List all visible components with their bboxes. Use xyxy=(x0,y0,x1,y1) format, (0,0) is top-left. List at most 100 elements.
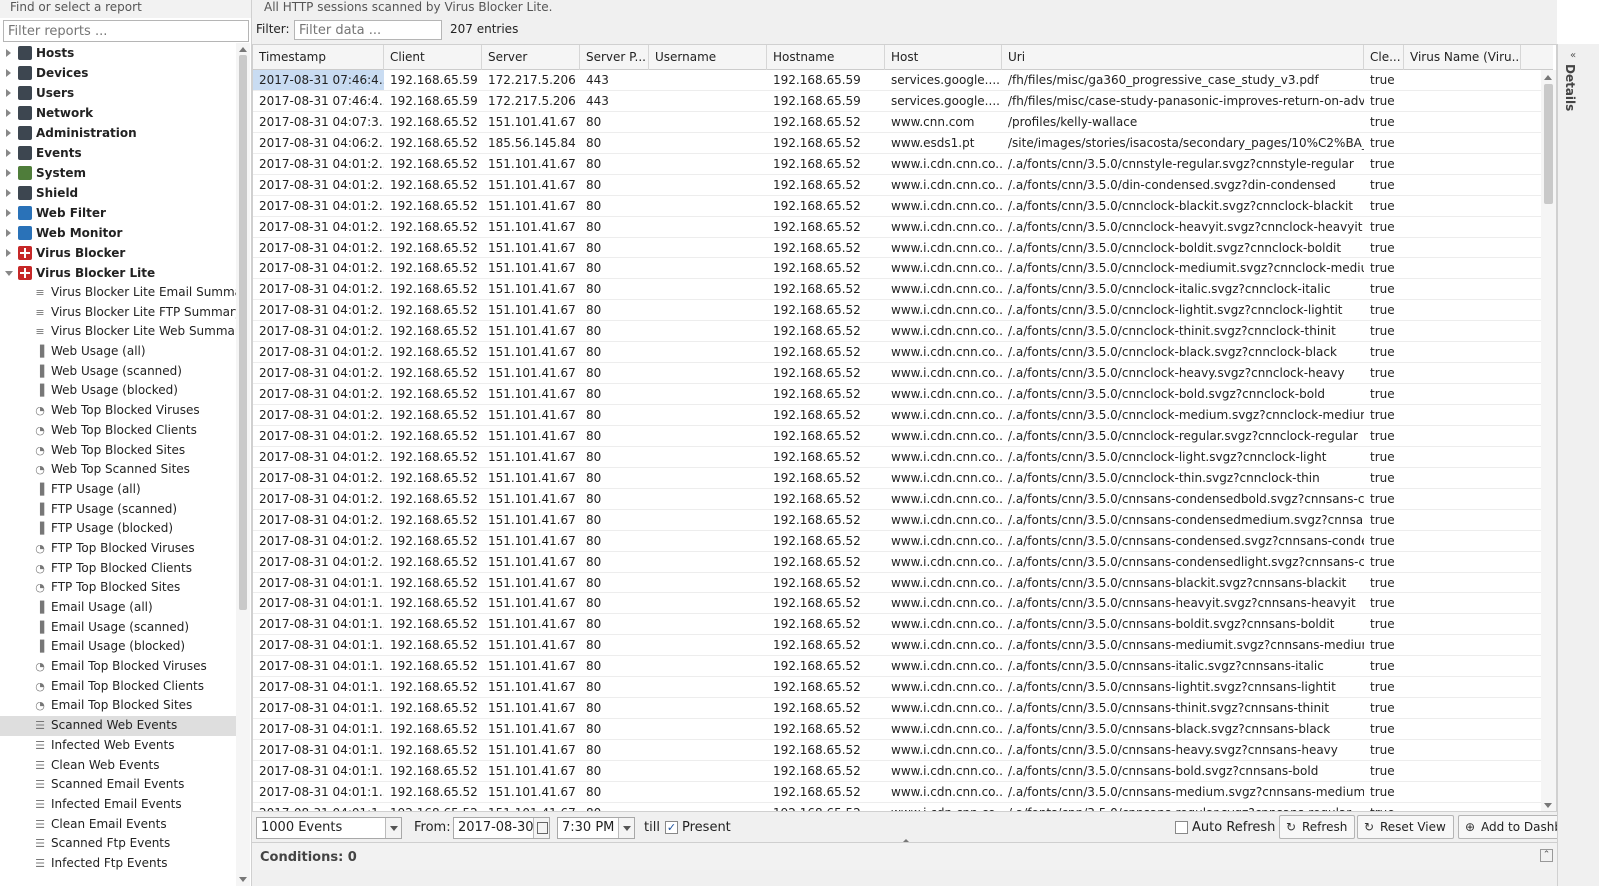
chevron-down-icon[interactable] xyxy=(618,818,634,838)
column-header[interactable]: Timestamp xyxy=(253,45,384,70)
report-item[interactable]: ▐ Web Usage (scanned) xyxy=(0,362,236,382)
tree-node-events[interactable]: Events xyxy=(0,143,236,163)
conditions-panel[interactable]: Conditions: 0 ⌃ xyxy=(252,842,1557,870)
report-item[interactable]: ☰ Scanned Email Events xyxy=(0,775,236,795)
table-row[interactable]: 2017-08-31 04:01:1...192.168.65.52151.10… xyxy=(253,573,1541,594)
column-header[interactable]: Hostname xyxy=(767,45,885,70)
table-row[interactable]: 2017-08-31 04:01:1...192.168.65.52151.10… xyxy=(253,593,1541,615)
from-time-select[interactable]: 7:30 PM xyxy=(557,817,635,839)
scroll-up-arrow-icon[interactable] xyxy=(1544,75,1552,80)
expand-left-icon[interactable]: « xyxy=(1570,50,1576,61)
report-item[interactable]: ☰ Infected Email Events xyxy=(0,795,236,815)
report-item[interactable]: ◔ Email Top Blocked Clients xyxy=(0,677,236,697)
report-item[interactable]: ≡ Virus Blocker Lite Email Summary xyxy=(0,283,236,303)
expand-icon[interactable]: ⌃ xyxy=(1540,849,1553,862)
present-checkbox[interactable]: ✓ xyxy=(665,821,678,834)
report-item[interactable]: ◔ Web Top Scanned Sites xyxy=(0,460,236,480)
chevron-down-icon[interactable] xyxy=(385,818,401,838)
table-row[interactable]: 2017-08-31 04:01:2... 192.168.65.52 151.10… xyxy=(253,175,1541,196)
tree-node-virus-blocker-lite[interactable]: Virus Blocker Lite xyxy=(0,263,236,283)
report-item[interactable]: ≡ Virus Blocker Lite FTP Summary xyxy=(0,303,236,323)
report-item[interactable]: ☰ Infected Web Events xyxy=(0,736,236,756)
report-item[interactable]: ◔ FTP Top Blocked Viruses xyxy=(0,539,236,559)
table-row[interactable]: 2017-08-31 04:01:1...192.168.65.52151.10… xyxy=(253,740,1541,761)
report-item[interactable]: ◔ Web Top Blocked Viruses xyxy=(0,401,236,421)
table-row[interactable]: 2017-08-31 04:01:2... 192.168.65.52 151.10… xyxy=(253,363,1541,385)
table-row[interactable]: 2017-08-31 04:01:2... 192.168.65.52 151.10… xyxy=(253,238,1541,259)
scrollbar-thumb[interactable] xyxy=(239,55,247,610)
collapsed-arrow-icon[interactable] xyxy=(6,49,11,57)
filter-reports-input[interactable] xyxy=(3,20,249,42)
report-item[interactable]: ◔ FTP Top Blocked Sites xyxy=(0,578,236,598)
tree-node-shield[interactable]: Shield xyxy=(0,183,236,203)
table-row[interactable]: 2017-08-31 04:01:1...192.168.65.52151.10… xyxy=(253,656,1541,678)
table-row[interactable]: 2017-08-31 04:01:2... 192.168.65.52 151.10… xyxy=(253,447,1541,468)
table-row[interactable]: 2017-08-31 04:01:1...192.168.65.52151.10… xyxy=(253,761,1541,782)
table-row[interactable]: 2017-08-31 04:01:2... 192.168.65.52 151.10… xyxy=(253,405,1541,426)
table-row[interactable]: 2017-08-31 04:01:2... 192.168.65.52 151.10… xyxy=(253,426,1541,447)
tree-node-hosts[interactable]: Hosts xyxy=(0,43,236,63)
table-row[interactable]: 2017-08-31 04:01:1...192.168.65.52151.10… xyxy=(253,614,1541,636)
details-panel[interactable]: « Details xyxy=(1557,44,1599,886)
collapsed-arrow-icon[interactable] xyxy=(6,189,11,197)
filter-data-input[interactable] xyxy=(294,20,442,40)
report-item[interactable]: ◔ Web Top Blocked Clients xyxy=(0,421,236,441)
collapsed-arrow-icon[interactable] xyxy=(6,249,11,257)
grid-scrollbar[interactable] xyxy=(1541,70,1556,811)
column-header[interactable]: Server xyxy=(482,45,580,70)
table-row[interactable]: 2017-08-31 07:46:4... 192.168.65.59 172.21… xyxy=(253,91,1541,112)
reports-tree-scrollbar[interactable] xyxy=(236,43,250,886)
table-row[interactable]: 2017-08-31 07:46:4... 192.168.65.59 172.21… xyxy=(253,70,1541,91)
report-item[interactable]: ☰ Scanned Ftp Events xyxy=(0,834,236,854)
table-row[interactable]: 2017-08-31 04:01:1...192.168.65.52151.10… xyxy=(253,782,1541,803)
column-header[interactable]: Client xyxy=(384,45,482,70)
tree-node-virus-blocker[interactable]: Virus Blocker xyxy=(0,243,236,263)
tree-node-devices[interactable]: Devices xyxy=(0,63,236,83)
expanded-arrow-icon[interactable] xyxy=(5,271,13,276)
table-row[interactable]: 2017-08-31 04:01:2... 192.168.65.52 151.10… xyxy=(253,552,1541,573)
table-row[interactable]: 2017-08-31 04:01:2... 192.168.65.52 151.10… xyxy=(253,154,1541,175)
column-header[interactable]: Username xyxy=(649,45,767,70)
table-row[interactable]: 2017-08-31 04:01:2... 192.168.65.52 151.10… xyxy=(253,217,1541,238)
table-row[interactable]: 2017-08-31 04:06:2... 192.168.65.52 185.56… xyxy=(253,133,1541,154)
auto-refresh-checkbox[interactable] xyxy=(1175,821,1188,834)
table-row[interactable]: 2017-08-31 04:01:1...192.168.65.52151.10… xyxy=(253,635,1541,657)
table-row[interactable]: 2017-08-31 04:01:2... 192.168.65.52 151.10… xyxy=(253,300,1541,322)
report-item[interactable]: ☰ Infected Ftp Events xyxy=(0,854,236,874)
scrollbar-thumb[interactable] xyxy=(1544,84,1553,204)
reset-view-button[interactable]: ↻ Reset View xyxy=(1357,815,1454,839)
table-row[interactable]: 2017-08-31 04:01:2... 192.168.65.52 151.10… xyxy=(253,489,1541,510)
report-item[interactable]: ≡ Virus Blocker Lite Web Summary xyxy=(0,322,236,342)
table-row[interactable]: 2017-08-31 04:01:2... 192.168.65.52 151.10… xyxy=(253,342,1541,364)
table-row[interactable]: 2017-08-31 04:01:1...192.168.65.52151.10… xyxy=(253,803,1541,811)
collapsed-arrow-icon[interactable] xyxy=(6,69,11,77)
scroll-down-arrow-icon[interactable] xyxy=(1544,803,1552,808)
column-header[interactable]: Server P... xyxy=(580,45,649,70)
report-item[interactable]: ▐ FTP Usage (scanned) xyxy=(0,500,236,520)
collapsed-arrow-icon[interactable] xyxy=(6,129,11,137)
tree-node-network[interactable]: Network xyxy=(0,103,236,123)
table-row[interactable]: 2017-08-31 04:01:2... 192.168.65.52 151.10… xyxy=(253,196,1541,217)
table-row[interactable]: 2017-08-31 04:01:1...192.168.65.52151.10… xyxy=(253,719,1541,740)
tree-node-administration[interactable]: Administration xyxy=(0,123,236,143)
table-row[interactable]: 2017-08-31 04:01:2... 192.168.65.52 151.10… xyxy=(253,384,1541,405)
collapsed-arrow-icon[interactable] xyxy=(6,149,11,157)
refresh-button[interactable]: ↻ Refresh xyxy=(1279,815,1356,839)
tree-node-web-filter[interactable]: Web Filter xyxy=(0,203,236,223)
events-limit-select[interactable]: 1000 Events xyxy=(256,817,402,839)
column-header[interactable]: Virus Name (Viru... xyxy=(1404,45,1521,70)
tree-node-system[interactable]: System xyxy=(0,163,236,183)
collapsed-arrow-icon[interactable] xyxy=(6,209,11,217)
report-item[interactable]: ▐ Email Usage (blocked) xyxy=(0,637,236,657)
table-row[interactable]: 2017-08-31 04:01:2... 192.168.65.52 151.10… xyxy=(253,510,1541,531)
table-row[interactable]: 2017-08-31 04:01:2... 192.168.65.52 151.10… xyxy=(253,258,1541,280)
column-header[interactable]: Uri xyxy=(1002,45,1364,70)
from-date-field[interactable]: 2017-08-30 xyxy=(453,817,550,839)
report-item[interactable]: ▐ Email Usage (scanned) xyxy=(0,618,236,638)
report-item[interactable]: ▐ Web Usage (all) xyxy=(0,342,236,362)
report-item[interactable]: ☰ Scanned Web Events xyxy=(0,716,236,736)
table-row[interactable]: 2017-08-31 04:01:2... 192.168.65.52 151.10… xyxy=(253,468,1541,489)
collapsed-arrow-icon[interactable] xyxy=(6,89,11,97)
collapsed-arrow-icon[interactable] xyxy=(6,169,11,177)
tree-node-users[interactable]: Users xyxy=(0,83,236,103)
